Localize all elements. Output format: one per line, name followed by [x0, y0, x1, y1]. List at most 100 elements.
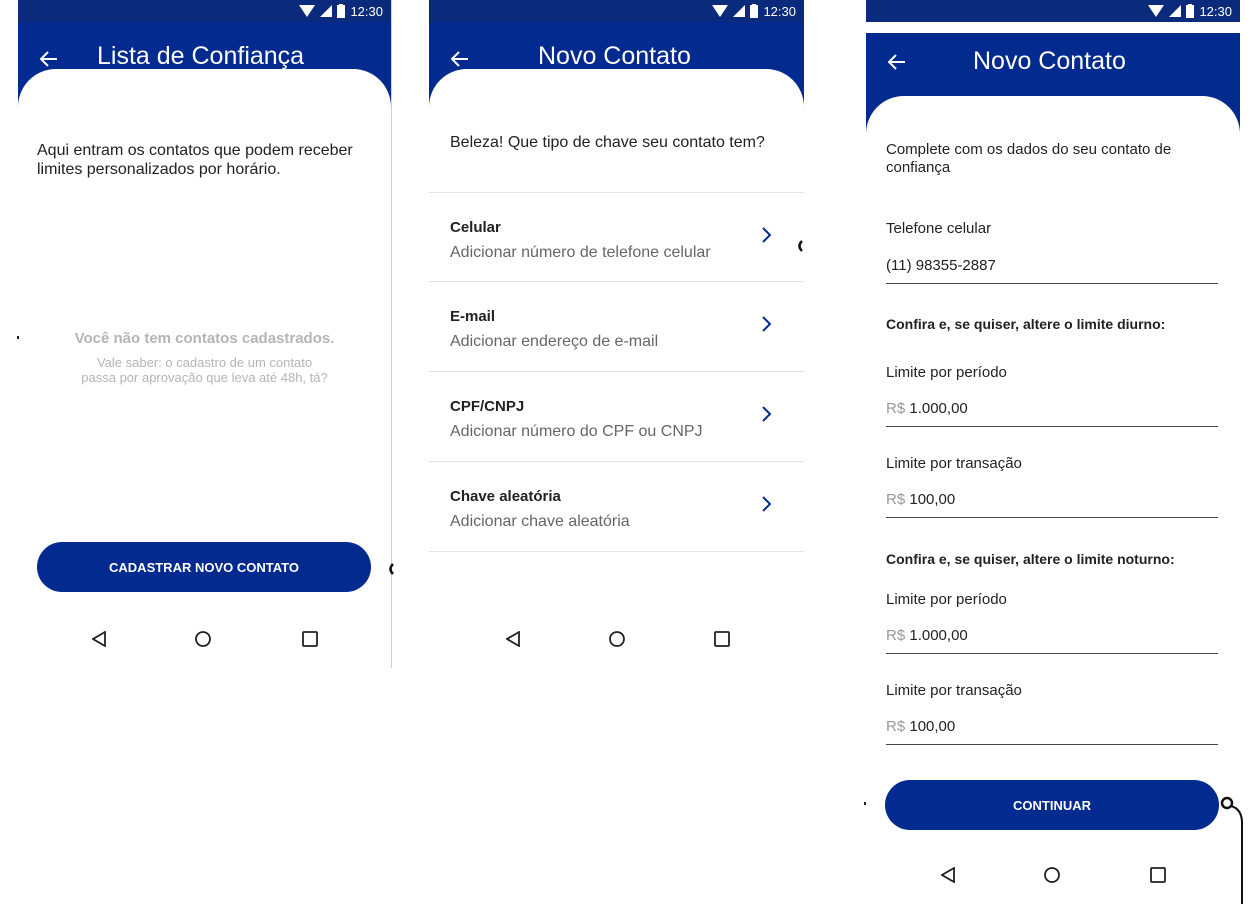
key-option-email[interactable]: E-mail Adicionar endereço de e-mail	[429, 282, 804, 372]
register-contact-button[interactable]: CADASTRAR NOVO CONTATO	[37, 542, 371, 592]
nav-home-icon	[195, 631, 211, 647]
key-option-subtitle: Adicionar endereço de e-mail	[450, 333, 659, 350]
prototype-connector-2	[389, 563, 394, 575]
nav-back-button[interactable]	[498, 624, 528, 654]
back-arrow-icon	[40, 51, 57, 67]
night-period-value: 1.000,00	[909, 627, 968, 644]
prototype-connector-3	[1220, 796, 1243, 904]
nav-home-button[interactable]	[188, 624, 218, 654]
status-time: 12:30	[763, 3, 796, 19]
key-option-subtitle: Adicionar número de telefone celular	[450, 244, 711, 261]
phone-underline	[886, 283, 1218, 284]
system-nav-bar	[866, 848, 1240, 904]
status-time: 12:30	[1199, 3, 1232, 19]
day-period-label: Limite por período	[886, 364, 1007, 381]
key-option-chave-aleatoria[interactable]: Chave aleatória Adicionar chave aleatóri…	[429, 462, 804, 552]
intro-text: Complete com os dados do seu contato de …	[886, 141, 1226, 177]
key-option-title: E-mail	[450, 308, 496, 325]
nav-recents-icon	[1150, 867, 1166, 883]
currency-prefix: R$	[886, 627, 906, 644]
chevron-right-icon	[762, 406, 771, 422]
night-period-underline	[886, 653, 1218, 654]
signal-icon	[320, 5, 333, 17]
night-transaction-value: 100,00	[909, 718, 956, 735]
day-period-underline	[886, 426, 1218, 427]
day-period-value: 1.000,00	[909, 400, 968, 417]
nav-back-button[interactable]	[933, 860, 963, 890]
back-button[interactable]	[882, 47, 912, 77]
night-transaction-underline	[886, 744, 1218, 745]
continue-button[interactable]: CONTINUAR	[885, 780, 1219, 830]
intro-line-1: Complete com os dados do seu contato de	[886, 141, 1172, 158]
key-option-title: Celular	[450, 219, 501, 236]
nav-home-icon	[609, 631, 625, 647]
day-transaction-input[interactable]: R$ 100,00	[886, 491, 955, 508]
empty-state-line-2: passa por aprovação que leva até 48h, tá…	[81, 370, 328, 385]
nav-home-button[interactable]	[602, 624, 632, 654]
nav-back-icon	[941, 867, 955, 883]
screen-novo-contato-tipo: 12:30 Novo Contato Beleza! Que tipo de c…	[429, 0, 804, 668]
key-option-subtitle: Adicionar número do CPF ou CNPJ	[450, 423, 703, 440]
back-arrow-icon	[888, 54, 905, 70]
status-time: 12:30	[350, 3, 383, 19]
nav-recents-button[interactable]	[707, 624, 737, 654]
nav-back-icon	[92, 631, 106, 647]
page-title: Lista de Confiança	[97, 42, 305, 70]
nav-home-button[interactable]	[1037, 860, 1067, 890]
status-bar: 12:30	[866, 0, 1240, 22]
edge-mark	[17, 336, 19, 339]
key-option-title: CPF/CNPJ	[450, 398, 525, 415]
empty-state-line-1: Vale saber: o cadastro de um contato	[96, 355, 313, 370]
night-period-label: Limite por período	[886, 591, 1007, 608]
night-transaction-label: Limite por transação	[886, 682, 1022, 699]
day-transaction-value: 100,00	[909, 491, 956, 508]
nav-home-icon	[1044, 867, 1060, 883]
day-limit-heading: Confira e, se quiser, altere o limite di…	[886, 316, 1166, 332]
nav-recents-icon	[714, 631, 730, 647]
chevron-right-icon	[762, 227, 771, 243]
status-bar: 12:30	[429, 0, 804, 22]
wifi-icon	[1148, 5, 1165, 17]
key-option-subtitle: Adicionar chave aleatória	[450, 513, 630, 530]
day-transaction-underline	[886, 517, 1218, 518]
currency-prefix: R$	[886, 400, 906, 417]
screen-novo-contato-dados: 12:30 Novo Contato Complete com os dados…	[866, 0, 1240, 904]
empty-state: Você não tem contatos cadastrados. Vale …	[18, 330, 391, 385]
intro-line-2: confiança	[886, 159, 951, 176]
nav-back-icon	[506, 631, 520, 647]
intro-text: Aqui entram os contatos que podem recebe…	[37, 142, 353, 178]
page-title: Novo Contato	[538, 42, 691, 70]
battery-icon	[750, 4, 759, 18]
page-title: Novo Contato	[973, 47, 1126, 75]
nav-recents-button[interactable]	[295, 624, 325, 654]
edge-mark	[864, 802, 866, 805]
chevron-right-icon	[762, 316, 771, 332]
night-limit-heading: Confira e, se quiser, altere o limite no…	[886, 551, 1175, 567]
key-option-celular[interactable]: Celular Adicionar número de telefone cel…	[429, 192, 804, 282]
currency-prefix: R$	[886, 718, 906, 735]
night-transaction-input[interactable]: R$ 100,00	[886, 718, 955, 735]
wifi-icon	[712, 5, 729, 17]
key-option-cpf-cnpj[interactable]: CPF/CNPJ Adicionar número do CPF ou CNPJ	[429, 372, 804, 462]
system-nav-bar	[429, 612, 804, 668]
prototype-connector-1	[798, 240, 803, 252]
status-bar: 12:30	[18, 0, 391, 22]
key-type-list: Celular Adicionar número de telefone cel…	[429, 192, 804, 552]
signal-icon	[1169, 5, 1182, 17]
signal-icon	[733, 5, 746, 17]
nav-recents-icon	[302, 631, 318, 647]
wifi-icon	[299, 5, 316, 17]
empty-state-title: Você não tem contatos cadastrados.	[74, 330, 335, 347]
phone-input[interactable]: (11) 98355-2887	[886, 257, 996, 274]
currency-prefix: R$	[886, 491, 906, 508]
day-period-input[interactable]: R$ 1.000,00	[886, 400, 968, 417]
battery-icon	[337, 4, 346, 18]
key-option-title: Chave aleatória	[450, 488, 561, 505]
day-transaction-label: Limite por transação	[886, 455, 1022, 472]
night-period-input[interactable]: R$ 1.000,00	[886, 627, 968, 644]
battery-icon	[1186, 4, 1195, 18]
intro-text: Beleza! Que tipo de chave seu contato te…	[450, 134, 765, 151]
phone-label: Telefone celular	[886, 220, 992, 237]
nav-recents-button[interactable]	[1143, 860, 1173, 890]
nav-back-button[interactable]	[84, 624, 114, 654]
